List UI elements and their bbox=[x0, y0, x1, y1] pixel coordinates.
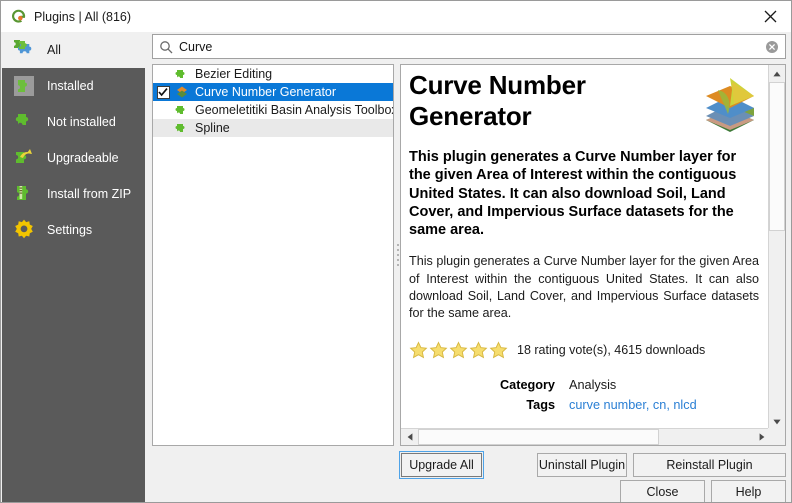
puzzle-installed-icon bbox=[11, 73, 37, 99]
clear-icon[interactable] bbox=[765, 40, 779, 54]
plugin-name: Spline bbox=[195, 121, 230, 135]
sidebar-item-label: Not installed bbox=[47, 115, 116, 129]
uninstall-plugin-button[interactable]: Uninstall Plugin bbox=[537, 453, 627, 477]
search-input[interactable] bbox=[179, 37, 765, 56]
caret-left-icon bbox=[407, 433, 413, 441]
row-checkbox[interactable] bbox=[155, 84, 171, 100]
puzzle-green-icon bbox=[11, 109, 37, 135]
sidebar: All Installed Not installed Upgradeable bbox=[2, 32, 145, 503]
sidebar-item-label: All bbox=[47, 43, 61, 57]
puzzle-zip-icon bbox=[11, 181, 37, 207]
plugin-layers-icon bbox=[175, 85, 189, 99]
star-icon bbox=[429, 341, 448, 360]
meta-key: Tags bbox=[409, 398, 569, 412]
caret-up-icon bbox=[773, 71, 781, 77]
plugin-detail-header: Curve Number Generator bbox=[409, 70, 762, 136]
sidebar-item-upgradeable[interactable]: Upgradeable bbox=[2, 140, 145, 176]
sidebar-item-label: Install from ZIP bbox=[47, 187, 131, 201]
window-close-button[interactable] bbox=[747, 1, 792, 32]
meta-value: Analysis bbox=[569, 378, 616, 392]
plugin-rating-row: 18 rating vote(s), 4615 downloads bbox=[409, 341, 762, 360]
plugin-puzzle-icon bbox=[175, 121, 189, 135]
sidebar-item-label: Settings bbox=[47, 223, 92, 237]
meta-value-link[interactable]: curve number, cn, nlcd bbox=[569, 398, 697, 412]
plugin-summary: This plugin generates a Curve Number lay… bbox=[409, 148, 759, 239]
star-icon bbox=[409, 341, 428, 360]
caret-down-icon bbox=[773, 419, 781, 425]
help-button[interactable]: Help bbox=[711, 480, 786, 503]
plugin-list-row[interactable]: Spline bbox=[153, 119, 393, 137]
search-box[interactable] bbox=[152, 34, 786, 59]
layers-stack-icon bbox=[698, 72, 762, 136]
gear-icon bbox=[11, 217, 37, 243]
row-checkbox-slot bbox=[155, 66, 171, 82]
plugin-list[interactable]: Bezier Editing Curve Number Generator bbox=[152, 64, 394, 446]
sidebar-item-not-installed[interactable]: Not installed bbox=[2, 104, 145, 140]
reinstall-plugin-button[interactable]: Reinstall Plugin bbox=[633, 453, 786, 477]
rating-text: 18 rating vote(s), 4615 downloads bbox=[517, 343, 705, 357]
window-title: Plugins | All (816) bbox=[34, 10, 131, 24]
plugin-list-row[interactable]: Geomeletitiki Basin Analysis Toolbox bbox=[153, 101, 393, 119]
plugin-name: Geomeletitiki Basin Analysis Toolbox bbox=[195, 103, 394, 117]
horizontal-scroll-track[interactable] bbox=[418, 429, 753, 445]
sidebar-item-label: Installed bbox=[47, 79, 94, 93]
meta-row-category: Category Analysis bbox=[409, 378, 762, 392]
detail-horizontal-scrollbar[interactable] bbox=[401, 428, 770, 445]
sidebar-item-installed[interactable]: Installed bbox=[2, 68, 145, 104]
horizontal-scroll-thumb[interactable] bbox=[418, 429, 659, 445]
plugin-name: Curve Number Generator bbox=[195, 85, 336, 99]
plugin-puzzle-icon bbox=[175, 103, 189, 117]
star-icon bbox=[469, 341, 488, 360]
qgis-logo-icon bbox=[10, 8, 27, 25]
check-icon bbox=[158, 87, 168, 97]
plugin-description: This plugin generates a Curve Number lay… bbox=[409, 253, 759, 323]
title-bar: Plugins | All (816) bbox=[1, 1, 792, 32]
puzzle-all-icon bbox=[11, 37, 37, 63]
plugin-list-row[interactable]: Bezier Editing bbox=[153, 65, 393, 83]
upgrade-all-button[interactable]: Upgrade All bbox=[401, 453, 482, 477]
sidebar-item-all[interactable]: All bbox=[2, 32, 145, 68]
title-bar-left: Plugins | All (816) bbox=[10, 1, 131, 32]
search-icon bbox=[159, 40, 173, 54]
plugin-name: Bezier Editing bbox=[195, 67, 272, 81]
detail-vertical-scrollbar[interactable] bbox=[768, 65, 785, 430]
plugins-dialog: Plugins | All (816) All Installed bbox=[0, 0, 792, 503]
close-button[interactable]: Close bbox=[620, 480, 705, 503]
caret-right-icon bbox=[759, 433, 765, 441]
sidebar-item-label: Upgradeable bbox=[47, 151, 119, 165]
meta-key: Category bbox=[409, 378, 569, 392]
checkbox-checked[interactable] bbox=[157, 86, 170, 99]
row-checkbox-slot bbox=[155, 102, 171, 118]
row-checkbox-slot bbox=[155, 120, 171, 136]
plugin-detail-content: Curve Number Generator This plugin gener… bbox=[401, 65, 770, 430]
rating-stars[interactable] bbox=[409, 341, 508, 360]
sidebar-item-settings[interactable]: Settings bbox=[2, 212, 145, 248]
scroll-left-button[interactable] bbox=[401, 429, 418, 445]
plugin-list-row-selected[interactable]: Curve Number Generator bbox=[153, 83, 393, 101]
plugin-detail-title: Curve Number Generator bbox=[409, 70, 664, 131]
vertical-scroll-thumb[interactable] bbox=[769, 82, 785, 231]
sidebar-item-install-from-zip[interactable]: Install from ZIP bbox=[2, 176, 145, 212]
scroll-up-button[interactable] bbox=[769, 65, 785, 82]
scrollbar-corner bbox=[768, 428, 785, 445]
meta-row-tags: Tags curve number, cn, nlcd bbox=[409, 398, 762, 412]
close-icon bbox=[764, 10, 777, 23]
puzzle-upgrade-icon bbox=[11, 145, 37, 171]
star-icon bbox=[449, 341, 468, 360]
plugin-detail-pane: Curve Number Generator This plugin gener… bbox=[400, 64, 786, 446]
star-icon bbox=[489, 341, 508, 360]
vertical-scroll-track[interactable] bbox=[769, 82, 785, 413]
plugin-puzzle-icon bbox=[175, 67, 189, 81]
plugin-meta-table: Category Analysis Tags curve number, cn,… bbox=[409, 378, 762, 412]
